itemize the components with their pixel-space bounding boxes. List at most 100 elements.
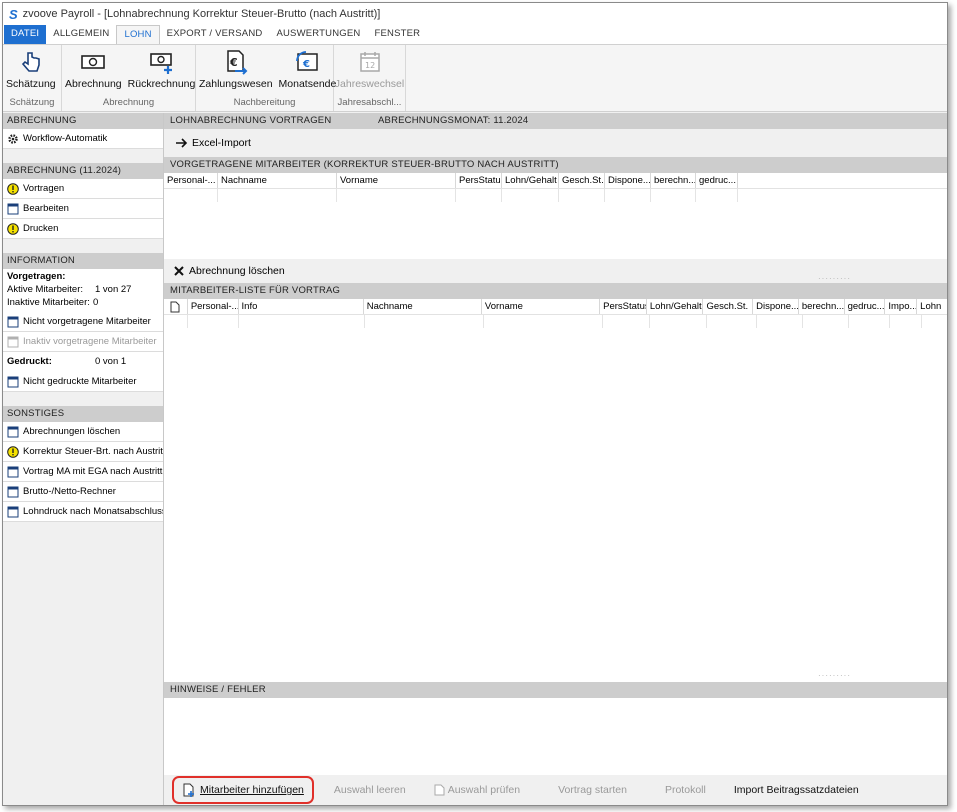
column-header[interactable]: gedruc... [696, 173, 738, 188]
sidebar-section-abrechnung: ABRECHNUNG [3, 113, 163, 129]
column-header[interactable]: Gesch.St. [703, 299, 754, 314]
column-header[interactable]: berechn... [799, 299, 845, 314]
grid-cell [650, 315, 707, 328]
column-header[interactable]: Vorname [482, 299, 601, 314]
grid-cell [218, 189, 337, 202]
mitarbeiter-hinzufuegen-button[interactable]: Mitarbeiter hinzufügen [172, 776, 314, 804]
sidebar-item-vortrag-ma-ega[interactable]: Vortrag MA mit EGA nach Austritt [3, 462, 163, 482]
document-icon [170, 301, 180, 312]
sidebar-item-brutto-netto-rechner[interactable]: Brutto-/Netto-Rechner [3, 482, 163, 502]
grid-cell [849, 315, 890, 328]
column-header[interactable]: Lohn/Gehalt [647, 299, 704, 314]
import-beitragssatzdateien-button[interactable]: Import Beitragssatzdateien [720, 784, 873, 796]
sidebar-item-label: Korrektur Steuer-Brt. nach Austritt [23, 446, 163, 457]
jahreswechsel-button[interactable]: 12 Jahreswechsel [332, 45, 407, 97]
grid-cell [337, 189, 456, 202]
column-header[interactable]: Gesch.St. [559, 173, 605, 188]
sidebar-item-abrechnungen-loeschen[interactable]: Abrechnungen löschen [3, 422, 163, 442]
abrechnung-button[interactable]: Abrechnung [62, 45, 125, 97]
arrow-right-icon [176, 138, 188, 148]
column-header[interactable]: PersStatus [600, 299, 647, 314]
window-icon [7, 486, 19, 497]
column-header[interactable]: Nachname [218, 173, 337, 188]
sidebar-item-label: Inaktiv vorgetragene Mitarbeiter [23, 336, 157, 347]
grid-cell [651, 189, 696, 202]
mitarbeiter-liste-grid[interactable]: Personal-... Info Nachname Vorname PersS… [164, 299, 947, 682]
sidebar-item-vortragen[interactable]: Vortragen [3, 179, 163, 199]
column-header-icon[interactable] [164, 299, 188, 314]
zahlungswesen-button[interactable]: € Zahlungswesen [196, 45, 276, 97]
vorgetragene-grid[interactable]: Personal-... Nachname Vorname PersStatus… [164, 173, 947, 259]
column-header[interactable]: Vorname [337, 173, 456, 188]
column-header[interactable]: Personal-... [188, 299, 239, 314]
tab-fenster[interactable]: FENSTER [367, 25, 427, 44]
sidebar-item-label: Workflow-Automatik [23, 133, 108, 144]
sidebar-item-label: Vortrag MA mit EGA nach Austritt [23, 466, 163, 477]
ribbon-group-label: Abrechnung [102, 97, 155, 108]
sidebar-item-bearbeiten[interactable]: Bearbeiten [3, 199, 163, 219]
abrechnung-loeschen-button[interactable]: Abrechnung löschen [174, 265, 285, 277]
app-window: S zvoove Payroll - [Lohnabrechnung Korre… [2, 2, 948, 806]
column-header[interactable]: berechn... [651, 173, 696, 188]
tab-lohn[interactable]: LOHN [116, 25, 160, 44]
warning-icon [7, 182, 19, 195]
excel-import-button[interactable]: Excel-Import [176, 137, 251, 149]
column-header[interactable]: Dispone... [605, 173, 651, 188]
schaetzung-button[interactable]: Schätzung [3, 45, 59, 97]
sidebar-item-drucken[interactable]: Drucken [3, 219, 163, 239]
info-gedruckt: Gedruckt: 0 von 1 [3, 352, 163, 372]
sidebar-item-nicht-gedruckte[interactable]: Nicht gedruckte Mitarbeiter [3, 372, 163, 392]
sidebar-item-label: Drucken [23, 223, 59, 234]
tab-export-versand[interactable]: EXPORT / VERSAND [160, 25, 270, 44]
grid-cell [164, 315, 188, 328]
rueckrechnung-button[interactable]: Rückrechnung [125, 45, 199, 97]
column-header[interactable]: Lohn [917, 299, 947, 314]
aktive-mitarbeiter-label: Aktive Mitarbeiter: [7, 284, 84, 295]
column-header[interactable]: gedruc... [845, 299, 886, 314]
sidebar-item-nicht-vorgetragene[interactable]: Nicht vorgetragene Mitarbeiter [3, 312, 163, 332]
svg-text:€: € [229, 56, 238, 69]
column-header[interactable]: Lohn/Gehalt [502, 173, 559, 188]
auswahl-leeren-button[interactable]: Auswahl leeren [320, 784, 420, 796]
tab-datei[interactable]: DATEI [4, 25, 47, 44]
bottom-action-bar: Mitarbeiter hinzufügen Auswahl leeren Au… [164, 775, 947, 805]
table-row [164, 315, 947, 328]
column-header[interactable]: Personal-... [164, 173, 218, 188]
grid-cell [605, 189, 651, 202]
grid-cell [456, 189, 502, 202]
sidebar-item-label: Bearbeiten [23, 203, 69, 214]
sidebar-item-korrektur-steuer-brutto[interactable]: Korrektur Steuer-Brt. nach Austritt [3, 442, 163, 462]
vortrag-starten-label: Vortrag starten [558, 784, 627, 796]
monatsende-button[interactable]: € Monatsende [276, 45, 340, 97]
content-panel: LOHNABRECHNUNG VORTRAGEN ABRECHNUNGSMONA… [164, 113, 947, 805]
sidebar-item-workflow-automatik[interactable]: Workflow-Automatik [3, 129, 163, 149]
window-icon [7, 426, 19, 437]
content-header: LOHNABRECHNUNG VORTRAGEN ABRECHNUNGSMONA… [164, 113, 947, 129]
column-header[interactable]: Info [239, 299, 364, 314]
tab-auswertungen[interactable]: AUSWERTUNGEN [269, 25, 367, 44]
sidebar-item-inaktiv-vorgetragene[interactable]: Inaktiv vorgetragene Mitarbeiter [3, 332, 163, 352]
aktive-mitarbeiter-value: 1 von 27 [95, 284, 132, 295]
svg-text:12: 12 [365, 61, 375, 70]
sidebar-item-lohndruck-monatsabschluss[interactable]: Lohndruck nach Monatsabschluss [3, 502, 163, 522]
splitter-handle[interactable]: ········· [818, 274, 851, 283]
grid-cell [365, 315, 484, 328]
tab-allgemein[interactable]: ALLGEMEIN [46, 25, 116, 44]
protokoll-button[interactable]: Protokoll [651, 784, 720, 796]
ribbon-group-label: Nachbereitung [233, 97, 296, 108]
column-header[interactable]: PersStatus [456, 173, 502, 188]
column-header[interactable]: Impo... [885, 299, 918, 314]
splitter-handle[interactable]: ········· [818, 671, 851, 680]
excel-import-toolbar: Excel-Import [164, 129, 947, 157]
vortrag-starten-button[interactable]: Vortrag starten [544, 784, 641, 796]
warning-icon [7, 445, 19, 458]
column-header[interactable]: Dispone... [753, 299, 799, 314]
gedruckt-label: Gedruckt: [7, 356, 52, 367]
auswahl-pruefen-button[interactable]: Auswahl prüfen [420, 784, 534, 796]
warning-icon [7, 222, 19, 235]
abrechnungsmonat: ABRECHNUNGSMONAT: 11.2024 [378, 115, 529, 126]
column-header[interactable]: Nachname [364, 299, 482, 314]
gear-icon [8, 133, 18, 144]
grid-cell [188, 315, 239, 328]
